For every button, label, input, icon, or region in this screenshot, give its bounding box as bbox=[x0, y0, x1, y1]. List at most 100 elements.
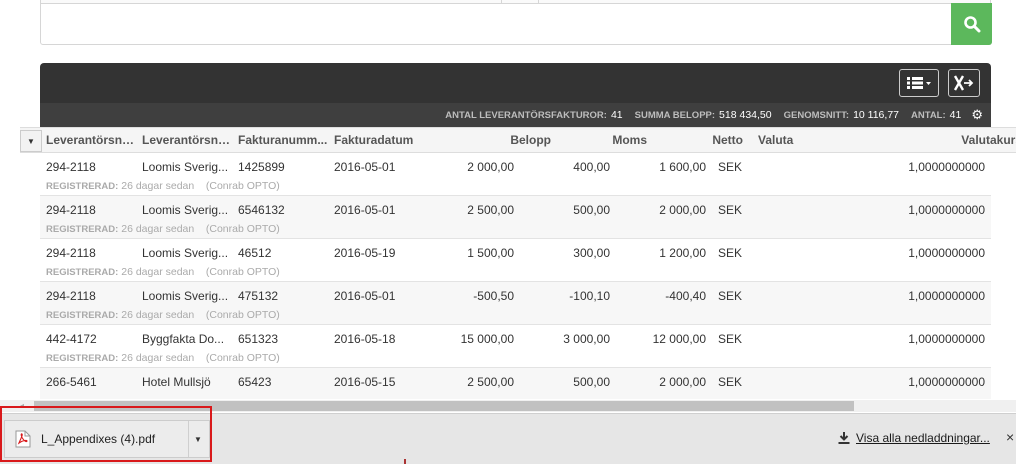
column-header[interactable]: Netto bbox=[646, 128, 743, 152]
scroll-left-icon[interactable]: ◂ bbox=[20, 401, 24, 410]
cell-currency: SEK bbox=[718, 203, 743, 217]
horizontal-scrollbar[interactable]: ◂ bbox=[0, 400, 1016, 412]
registered-info: REGISTRERAD: 26 dagar sedan (Conrab OPTO… bbox=[46, 180, 280, 192]
search-box bbox=[40, 3, 992, 45]
close-download-bar-button[interactable]: × bbox=[1006, 429, 1014, 445]
show-all-downloads-label: Visa alla nedladdningar... bbox=[856, 431, 990, 445]
cell-amount: 2 500,00 bbox=[467, 203, 514, 217]
summary-count-value: 41 bbox=[610, 109, 623, 121]
registered-label: REGISTRERAD: bbox=[46, 267, 119, 278]
table-row[interactable]: 266-5461 Hotel Mullsjö 65423 2016-05-15 … bbox=[40, 368, 991, 399]
cell-vat: 400,00 bbox=[573, 160, 610, 174]
download-item-divider bbox=[188, 421, 189, 457]
bottom-edge-mark bbox=[404, 459, 406, 464]
column-header[interactable]: Fakturanumm... bbox=[238, 128, 328, 152]
cell-supplier-name: Loomis Sverig... bbox=[142, 246, 229, 260]
cell-invoice-no: 1425899 bbox=[238, 160, 285, 174]
column-header[interactable]: Belopp bbox=[440, 128, 551, 152]
column-header[interactable]: Leverantörsna... bbox=[142, 128, 232, 152]
registered-when: 26 dagar sedan bbox=[121, 309, 195, 321]
caret-down-icon: ▼ bbox=[27, 136, 35, 146]
summary-avg-value: 10 116,77 bbox=[853, 109, 899, 121]
excel-export-icon bbox=[953, 75, 974, 91]
registered-by: (Conrab OPTO) bbox=[205, 352, 280, 364]
cell-net: 2 000,00 bbox=[659, 375, 706, 389]
cell-supplier-no: 442-4172 bbox=[46, 332, 97, 346]
download-bar: L_Appendixes (4).pdf ▼ Visa alla nedladd… bbox=[0, 413, 1016, 464]
column-header[interactable]: Leverantörsnu... bbox=[46, 128, 136, 152]
cell-date: 2016-05-01 bbox=[334, 203, 396, 217]
cell-amount: 1 500,00 bbox=[467, 246, 514, 260]
column-header[interactable]: Fakturadatum bbox=[334, 128, 430, 152]
column-header[interactable]: Valutakurs bbox=[870, 128, 1016, 152]
table-row[interactable]: 294-2118 Loomis Sverig... 46512 2016-05-… bbox=[40, 239, 991, 282]
cell-invoice-no: 46512 bbox=[238, 246, 272, 260]
left-column-menu-button[interactable]: ▼ bbox=[20, 130, 42, 152]
cell-date: 2016-05-01 bbox=[334, 160, 396, 174]
cell-rate: 1,0000000000 bbox=[908, 203, 985, 217]
cell-rate: 1,0000000000 bbox=[908, 289, 985, 303]
cell-rate: 1,0000000000 bbox=[908, 246, 985, 260]
gear-icon[interactable]: ⚙ bbox=[971, 107, 983, 123]
cell-supplier-no: 294-2118 bbox=[46, 289, 96, 303]
cell-currency: SEK bbox=[718, 246, 743, 260]
table-row[interactable]: 294-2118 Loomis Sverig... 6546132 2016-0… bbox=[40, 196, 991, 239]
show-all-downloads-link[interactable]: Visa alla nedladdningar... bbox=[838, 431, 990, 445]
cell-supplier-name: Loomis Sverig... bbox=[142, 160, 229, 174]
registered-by: (Conrab OPTO) bbox=[205, 309, 280, 321]
cell-amount: -500,50 bbox=[473, 289, 514, 303]
summary-total-label: ANTAL: bbox=[911, 109, 946, 121]
registered-info: REGISTRERAD: 26 dagar sedan (Conrab OPTO… bbox=[46, 352, 280, 364]
registered-when: 26 dagar sedan bbox=[121, 352, 195, 364]
cell-date: 2016-05-19 bbox=[334, 246, 396, 260]
column-header[interactable]: Valuta bbox=[758, 128, 838, 152]
registered-label: REGISTRERAD: bbox=[46, 181, 119, 192]
download-item[interactable]: L_Appendixes (4).pdf ▼ bbox=[4, 420, 210, 458]
cell-supplier-no: 294-2118 bbox=[46, 203, 96, 217]
registered-by: (Conrab OPTO) bbox=[205, 266, 280, 278]
cell-vat: 300,00 bbox=[573, 246, 610, 260]
table-row[interactable]: 294-2118 Loomis Sverig... 1425899 2016-0… bbox=[40, 153, 991, 196]
cell-amount: 2 000,00 bbox=[467, 160, 514, 174]
cell-net: 12 000,00 bbox=[652, 332, 706, 346]
summary-total-value: 41 bbox=[949, 109, 962, 121]
registered-info: REGISTRERAD: 26 dagar sedan (Conrab OPTO… bbox=[46, 309, 280, 321]
column-header[interactable]: Moms bbox=[550, 128, 647, 152]
registered-label: REGISTRERAD: bbox=[46, 353, 119, 364]
cell-rate: 1,0000000000 bbox=[908, 375, 985, 389]
search-input[interactable] bbox=[41, 4, 951, 44]
registered-when: 26 dagar sedan bbox=[121, 223, 195, 235]
cell-date: 2016-05-15 bbox=[334, 375, 396, 389]
column-view-button[interactable] bbox=[899, 69, 939, 97]
scrollbar-thumb[interactable] bbox=[34, 401, 854, 411]
summary-bar: ANTAL LEVERANTÖRSFAKTUROR: 41 SUMMA BELOP… bbox=[40, 103, 991, 127]
cell-amount: 2 500,00 bbox=[467, 375, 514, 389]
summary-sum-value: 518 434,50 bbox=[719, 109, 772, 121]
registered-by: (Conrab OPTO) bbox=[205, 223, 280, 235]
table-row[interactable]: 442-4172 Byggfakta Do... 651323 2016-05-… bbox=[40, 325, 991, 368]
cell-invoice-no: 651323 bbox=[238, 332, 279, 346]
download-options-button[interactable]: ▼ bbox=[191, 431, 205, 447]
pdf-file-icon bbox=[15, 430, 31, 448]
cell-supplier-name: Byggfakta Do... bbox=[142, 332, 225, 346]
cell-date: 2016-05-01 bbox=[334, 289, 396, 303]
cell-supplier-name: Hotel Mullsjö bbox=[142, 375, 211, 389]
registered-info: REGISTRERAD: 26 dagar sedan (Conrab OPTO… bbox=[46, 223, 280, 235]
download-icon bbox=[838, 432, 850, 444]
search-button[interactable] bbox=[951, 3, 992, 45]
summary-avg-label: GENOMSNITT: bbox=[783, 109, 850, 121]
summary-sum-label: SUMMA BELOPP: bbox=[634, 109, 716, 121]
cell-net: 1 200,00 bbox=[659, 246, 706, 260]
cell-vat: 500,00 bbox=[573, 203, 610, 217]
cell-invoice-no: 65423 bbox=[238, 375, 272, 389]
caret-down-icon: ▼ bbox=[194, 434, 202, 444]
cell-rate: 1,0000000000 bbox=[908, 332, 985, 346]
excel-export-button[interactable] bbox=[948, 69, 980, 97]
cell-supplier-no: 294-2118 bbox=[46, 160, 96, 174]
registered-when: 26 dagar sedan bbox=[121, 180, 195, 192]
list-icon bbox=[907, 77, 931, 89]
cell-currency: SEK bbox=[718, 160, 743, 174]
cell-currency: SEK bbox=[718, 332, 743, 346]
table-row[interactable]: 294-2118 Loomis Sverig... 475132 2016-05… bbox=[40, 282, 991, 325]
cell-date: 2016-05-18 bbox=[334, 332, 396, 346]
